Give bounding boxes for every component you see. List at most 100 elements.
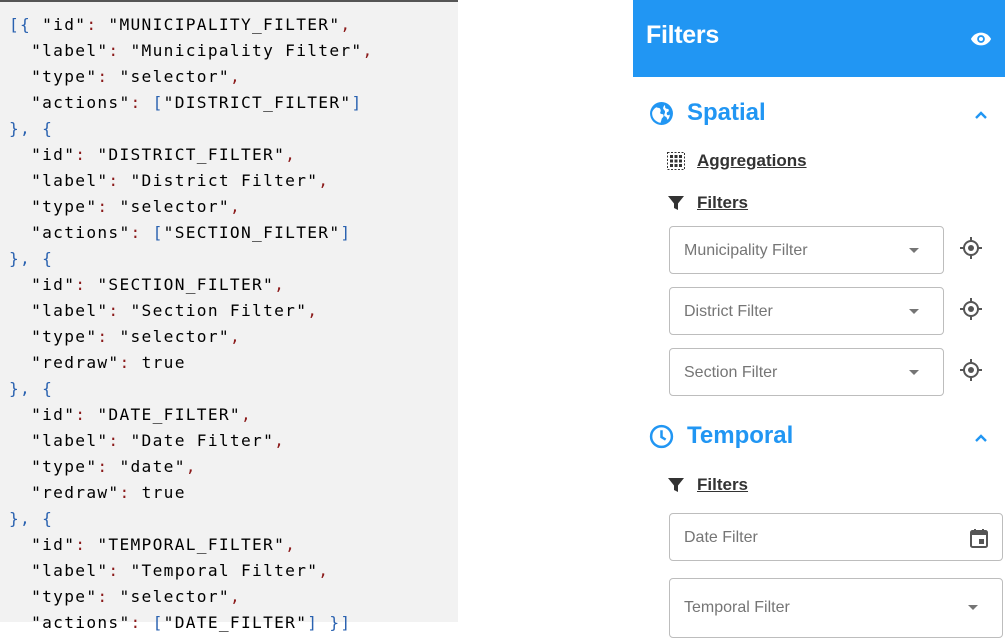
temporal-filters-link[interactable]: Filters	[667, 475, 748, 495]
code-token: :	[130, 93, 153, 112]
code-token: "label"	[9, 171, 109, 190]
code-token: :	[130, 223, 153, 242]
code-token: "selector"	[119, 587, 230, 606]
code-line: "id": "DATE_FILTER",	[9, 402, 458, 428]
code-token: ]	[351, 93, 363, 112]
code-token: "Temporal Filter"	[130, 561, 319, 580]
date-filter-input[interactable]: Date Filter	[669, 513, 1003, 561]
code-token: :	[86, 15, 109, 34]
code-token: ,	[274, 275, 286, 294]
district-filter-select[interactable]: District Filter	[669, 287, 944, 335]
section-spatial[interactable]: Spatial	[649, 99, 766, 127]
code-token: }, {	[9, 119, 54, 138]
filters-panel: Filters Spatial Aggregations Filters Mun…	[633, 0, 1005, 638]
code-token: ,	[318, 561, 330, 580]
code-token: ,	[240, 405, 253, 424]
code-line: "actions": ["DISTRICT_FILTER"]	[9, 90, 458, 116]
code-token: :	[119, 483, 142, 502]
spatial-filters-link[interactable]: Filters	[667, 193, 748, 213]
code-line: "label": "Section Filter",	[9, 298, 458, 324]
code-token: "date"	[119, 457, 186, 476]
funnel-icon	[668, 478, 684, 492]
calendar-icon[interactable]	[970, 528, 988, 548]
code-token: :	[130, 613, 153, 632]
code-token: "id"	[42, 15, 87, 34]
caret-down-icon	[909, 370, 919, 375]
district-filter-placeholder: District Filter	[684, 303, 773, 320]
json-code-block: [{ "id": "MUNICIPALITY_FILTER", "label":…	[0, 0, 458, 632]
code-token: [{	[9, 15, 43, 34]
code-token: [	[152, 613, 164, 632]
code-token: "label"	[9, 41, 109, 60]
code-token: "actions"	[9, 93, 131, 112]
target-icon[interactable]	[959, 297, 983, 321]
caret-down-icon	[909, 248, 919, 253]
clock-icon	[649, 424, 674, 448]
code-token: :	[108, 41, 131, 60]
code-token: ,	[229, 327, 241, 346]
section-temporal[interactable]: Temporal	[649, 422, 793, 450]
code-line: "redraw": true	[9, 350, 458, 376]
code-line: }, {	[9, 246, 458, 272]
chevron-up-icon[interactable]	[974, 433, 988, 443]
code-token: }, {	[9, 379, 54, 398]
globe-icon	[650, 101, 673, 125]
code-token: ,	[229, 587, 241, 606]
code-line: "type": "selector",	[9, 324, 458, 350]
chevron-up-icon[interactable]	[974, 110, 988, 120]
code-token: "type"	[9, 197, 98, 216]
code-token: }, {	[9, 509, 54, 528]
filters-title: Filters	[646, 21, 719, 49]
code-token: :	[75, 405, 98, 424]
date-filter-placeholder: Date Filter	[684, 529, 758, 546]
code-token: "type"	[9, 587, 98, 606]
code-token: "MUNICIPALITY_FILTER"	[108, 15, 341, 34]
code-line: "type": "date",	[9, 454, 458, 480]
code-token: "DATE_FILTER"	[163, 613, 308, 632]
code-token: ,	[229, 197, 241, 216]
code-line: }, {	[9, 506, 458, 532]
code-token: "selector"	[119, 67, 230, 86]
code-token: :	[108, 171, 131, 190]
code-token: "id"	[9, 405, 76, 424]
code-token: true	[141, 483, 186, 502]
code-token: ] }]	[307, 613, 352, 632]
target-icon[interactable]	[959, 236, 983, 260]
code-token: ,	[285, 535, 297, 554]
code-token: "type"	[9, 327, 98, 346]
code-token: "DISTRICT_FILTER"	[163, 93, 352, 112]
code-line: [{ "id": "MUNICIPALITY_FILTER",	[9, 12, 458, 38]
caret-down-icon	[968, 605, 978, 610]
code-token: :	[97, 587, 120, 606]
eye-icon[interactable]	[970, 28, 992, 50]
code-token: ,	[362, 41, 374, 60]
code-token: "actions"	[9, 613, 131, 632]
target-icon[interactable]	[959, 358, 983, 382]
code-line: "label": "Municipality Filter",	[9, 38, 458, 64]
code-token: "Section Filter"	[130, 301, 308, 320]
code-token: :	[75, 535, 98, 554]
temporal-filter-placeholder: Temporal Filter	[684, 599, 790, 616]
section-filter-select[interactable]: Section Filter	[669, 348, 944, 396]
code-line: "label": "Date Filter",	[9, 428, 458, 454]
grid-dots-icon	[667, 152, 685, 170]
code-token: :	[97, 327, 120, 346]
code-token: "TEMPORAL_FILTER"	[97, 535, 286, 554]
code-token: "actions"	[9, 223, 131, 242]
code-token: }, {	[9, 249, 54, 268]
code-token: "selector"	[119, 327, 230, 346]
code-token: ,	[340, 15, 352, 34]
code-token: "id"	[9, 535, 76, 554]
code-token: "DISTRICT_FILTER"	[97, 145, 286, 164]
code-token: "selector"	[119, 197, 230, 216]
code-token: :	[108, 431, 131, 450]
code-token: ,	[274, 431, 286, 450]
aggregations-link[interactable]: Aggregations	[667, 151, 807, 171]
code-token: "redraw"	[9, 353, 120, 372]
code-token: "id"	[9, 145, 76, 164]
code-token: "District Filter"	[130, 171, 319, 190]
code-token: "label"	[9, 301, 109, 320]
municipality-filter-select[interactable]: Municipality Filter	[669, 226, 944, 274]
temporal-filter-select[interactable]: Temporal Filter	[669, 578, 1003, 638]
code-token: "type"	[9, 67, 98, 86]
